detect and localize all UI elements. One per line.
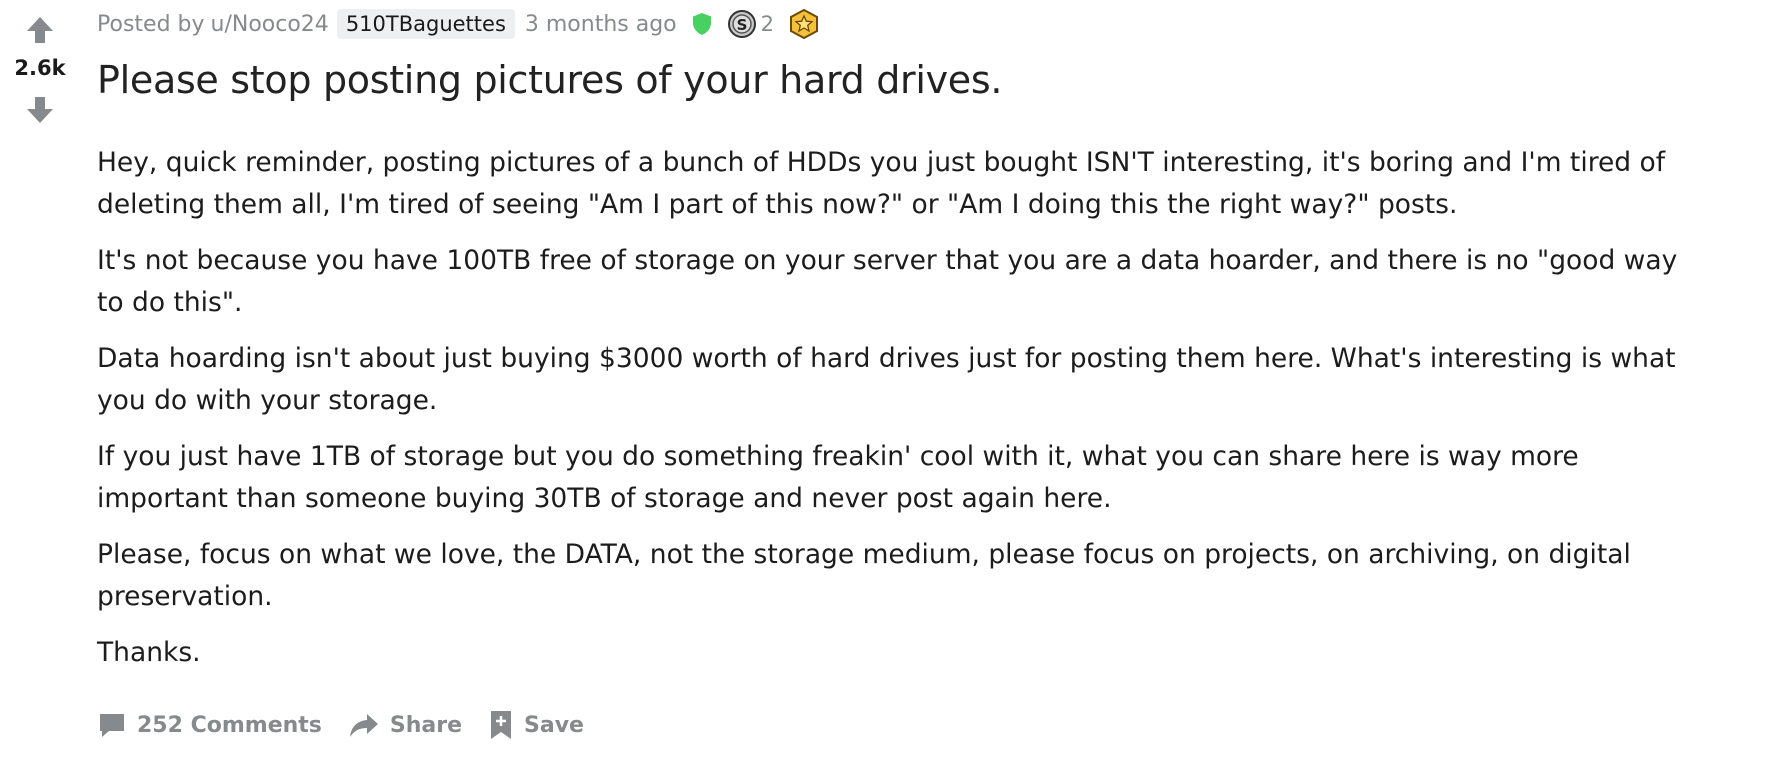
save-label: Save — [524, 712, 584, 738]
post-paragraph: It's not because you have 100TB free of … — [97, 245, 1678, 318]
author-link[interactable]: u/Nooco24 — [211, 12, 329, 37]
vote-column: 2.6k — [0, 0, 80, 140]
bookmark-plus-icon — [488, 709, 514, 741]
post-body: Hey, quick reminder, posting pictures of… — [97, 142, 1712, 688]
downvote-arrow-icon — [27, 97, 53, 123]
posted-by-label: Posted by — [97, 11, 205, 37]
gold-award[interactable] — [788, 8, 820, 40]
post-paragraph: Thanks. — [97, 637, 201, 668]
comments-label: 252 Comments — [137, 712, 322, 738]
vote-count: 2.6k — [14, 56, 66, 80]
shield-icon — [692, 13, 711, 35]
award-count: 2 — [760, 12, 775, 36]
moderator-badge — [691, 12, 713, 36]
post-paragraph: If you just have 1TB of storage but you … — [97, 441, 1579, 514]
downvote-button[interactable] — [22, 92, 58, 128]
share-arrow-icon — [348, 710, 380, 740]
post-timestamp[interactable]: 3 months ago — [525, 12, 677, 37]
post-title[interactable]: Please stop posting pictures of your har… — [97, 58, 1002, 102]
post-actions: 252 Comments Share Save — [97, 705, 610, 745]
post-paragraph: Data hoarding isn't about just buying $3… — [97, 343, 1676, 416]
silver-award-icon: S — [727, 10, 756, 38]
share-label: Share — [389, 712, 463, 738]
svg-text:S: S — [736, 16, 747, 34]
post-paragraph: Hey, quick reminder, posting pictures of… — [97, 147, 1666, 220]
post-meta: Posted by u/Nooco24 510TBaguettes 3 mont… — [97, 6, 820, 42]
comments-button[interactable]: 252 Comments — [97, 710, 322, 740]
save-button[interactable]: Save — [488, 709, 584, 741]
silver-award[interactable]: S 2 — [727, 9, 774, 39]
share-button[interactable]: Share — [348, 710, 462, 740]
post-paragraph: Please, focus on what we love, the DATA,… — [97, 539, 1631, 612]
user-flair: 510TBaguettes — [336, 9, 515, 39]
upvote-button[interactable] — [22, 12, 58, 48]
comment-bubble-icon — [97, 710, 127, 740]
post-container: 2.6k Posted by u/Nooco24 510TBaguettes 3… — [0, 0, 1766, 780]
gold-award-icon — [790, 8, 819, 40]
upvote-arrow-icon — [27, 17, 53, 43]
